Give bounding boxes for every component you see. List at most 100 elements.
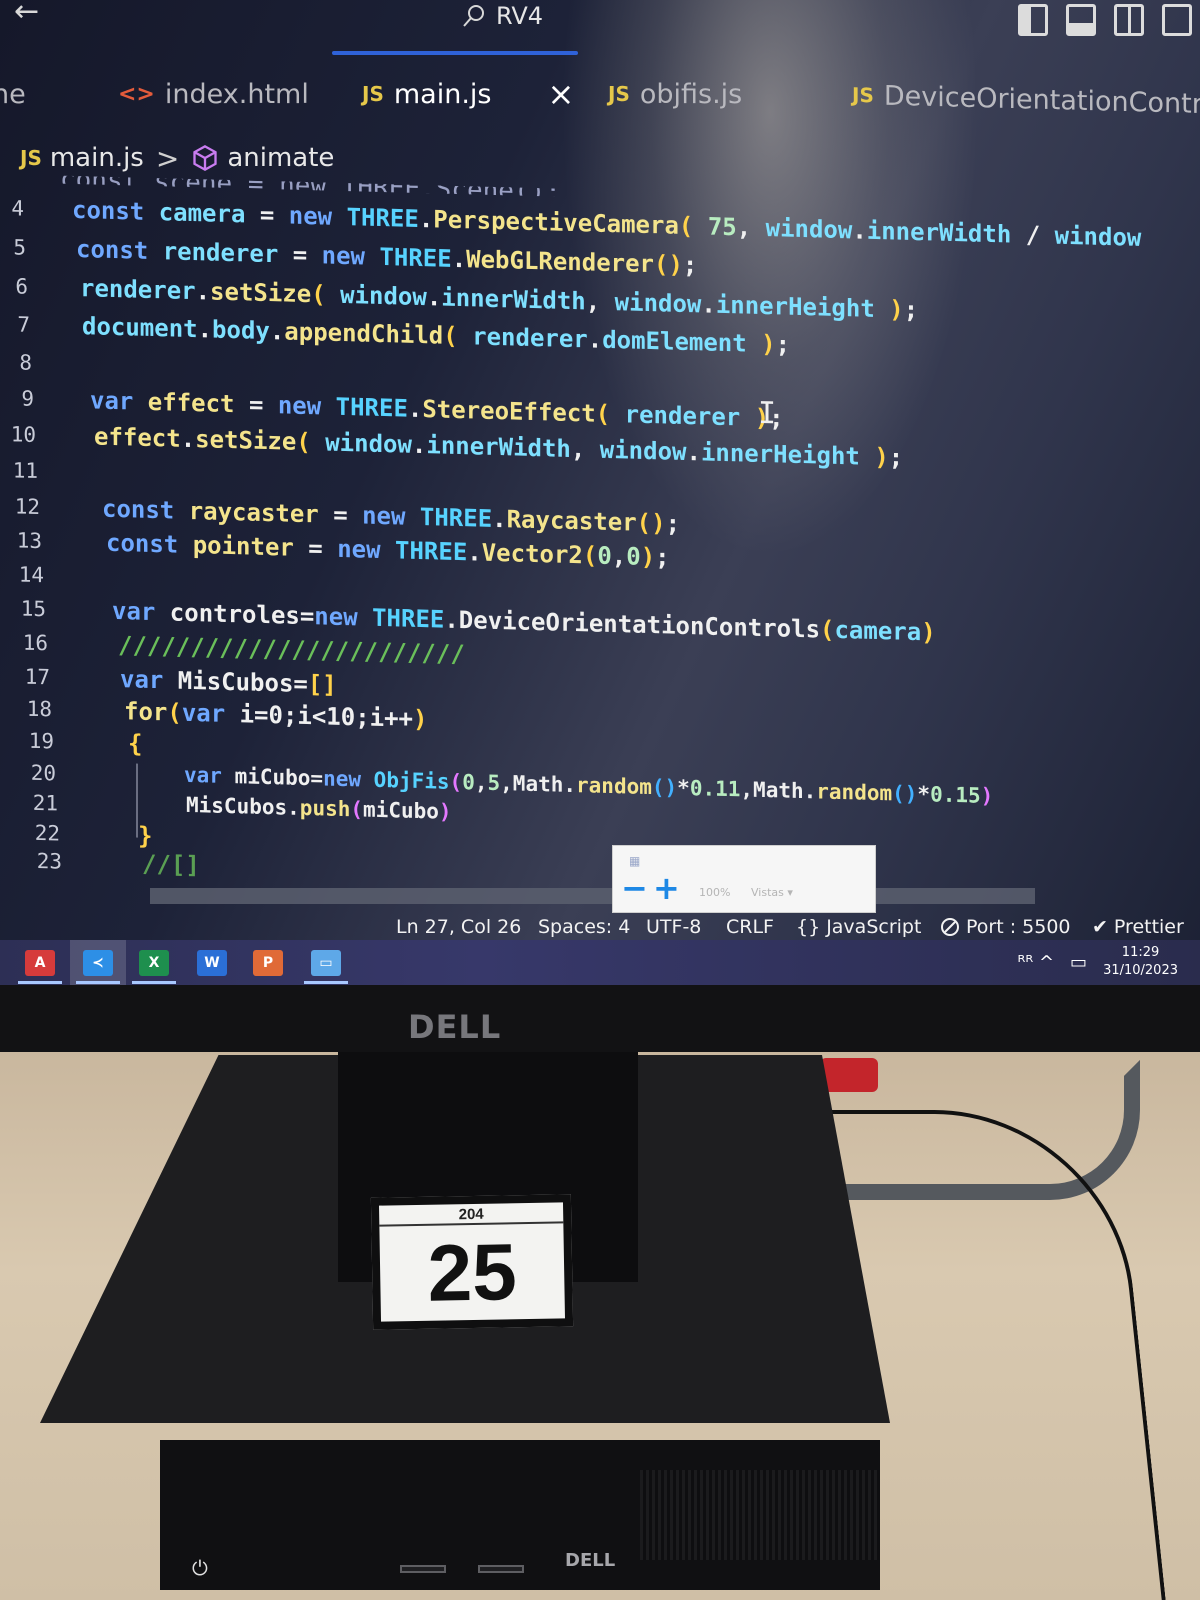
breadcrumb: JS main.js > animate	[0, 138, 334, 178]
line-number: 13	[16, 528, 42, 554]
usb-port	[400, 1565, 446, 1573]
running-indicator	[304, 981, 348, 984]
status-language[interactable]: {} JavaScript	[796, 916, 921, 938]
breadcrumb-separator: >	[155, 141, 180, 175]
line-number: 14	[18, 562, 44, 588]
breadcrumb-symbol[interactable]: animate	[227, 143, 334, 173]
line-number: 16	[22, 630, 48, 656]
method-cube-icon	[193, 144, 217, 172]
line-number: 8	[19, 350, 32, 375]
back-arrow-icon[interactable]: ←	[14, 0, 46, 28]
monitor-bezel	[0, 985, 1200, 1055]
tab-label: main.js	[393, 78, 492, 110]
tab-label: DeviceOrientationControls.	[883, 80, 1200, 121]
line-number: 10	[10, 422, 36, 447]
code-line-partial: const scene = new THREE.Scene();	[60, 175, 561, 198]
clock[interactable]: 11:29 31/10/2023	[1103, 944, 1178, 980]
toggle-secondary-sidebar-icon[interactable]	[1114, 4, 1144, 36]
code-line-16: ////////////////////////	[118, 631, 465, 669]
toggle-panel-icon[interactable]	[1066, 4, 1096, 36]
taskbar-app-vscode[interactable]: ≺	[70, 940, 126, 985]
taskbar-app-remote-desktop[interactable]: ▭	[298, 940, 354, 985]
zoom-level: 100%	[699, 886, 731, 899]
running-indicator	[18, 981, 62, 984]
clock-time: 11:29	[1121, 945, 1160, 960]
taskbar-app-powerpoint[interactable]: P	[240, 940, 296, 985]
status-indentation[interactable]: Spaces: 4	[538, 916, 630, 938]
pc-vent-grille	[640, 1470, 880, 1560]
tab-label: objfis.js	[639, 78, 743, 110]
label-room-number: 204	[379, 1204, 564, 1227]
tray-symbols[interactable]: ᴿᴿ ^	[1017, 952, 1054, 973]
tab-partial[interactable]: ne	[0, 68, 26, 120]
toggle-primary-sidebar-icon[interactable]	[1018, 4, 1048, 36]
line-number: 7	[17, 312, 30, 337]
line-number: 23	[36, 848, 62, 874]
language-label: JavaScript	[826, 916, 922, 938]
horizontal-scrollbar[interactable]	[150, 888, 1035, 904]
window-title: RV4	[496, 2, 544, 30]
editor-tabs: ne <> index.html JS main.js × JS objfis.…	[0, 68, 1200, 121]
status-prettier[interactable]: ✔ Prettier	[1092, 916, 1184, 938]
title-bar: ← RV4	[0, 0, 1200, 55]
tab-main-js[interactable]: JS main.js ×	[362, 68, 574, 120]
running-indicator	[132, 981, 176, 984]
command-center-search[interactable]: RV4	[462, 0, 543, 32]
tab-device-orientation-controls[interactable]: JS DeviceOrientationControls.	[852, 69, 1200, 131]
js-icon: JS	[608, 82, 630, 106]
tab-index-html[interactable]: <> index.html	[118, 68, 309, 120]
code-line-18: for(var i=0;i<10;i++)	[124, 697, 428, 734]
taskbar-app-word[interactable]: W	[184, 940, 240, 985]
red-connector	[820, 1058, 878, 1092]
network-icon[interactable]: ▭	[1070, 952, 1087, 973]
breadcrumb-file[interactable]: main.js	[50, 143, 144, 173]
close-icon[interactable]: ×	[547, 75, 574, 113]
code-line-23: //[]	[142, 849, 200, 880]
line-number: 18	[26, 696, 52, 722]
line-number: 11	[12, 458, 38, 483]
layout-controls	[1018, 4, 1192, 36]
remote-desktop-icon: ▭	[311, 950, 341, 976]
status-live-server[interactable]: Port : 5500	[940, 916, 1071, 938]
tab-label: index.html	[164, 78, 309, 110]
double-check-icon: ✔	[1092, 916, 1108, 938]
tab-objfis-js[interactable]: JS objfis.js	[608, 68, 742, 120]
line-number: 17	[24, 664, 50, 690]
excel-icon: X	[139, 950, 169, 976]
views-dropdown[interactable]: Vistas ▾	[751, 886, 793, 899]
search-icon	[463, 5, 484, 27]
no-entry-icon	[941, 918, 959, 936]
taskbar-app-excel[interactable]: X	[126, 940, 182, 985]
monitor-screen: ← RV4 ne <> index.html JS main.js × JS o…	[0, 0, 1200, 985]
label-station-number: 25	[426, 1227, 518, 1318]
js-icon: JS	[362, 82, 384, 106]
status-cursor-position[interactable]: Ln 27, Col 26	[396, 916, 521, 938]
usb-port	[478, 1565, 524, 1573]
clock-date: 31/10/2023	[1103, 963, 1178, 978]
number-label-card: 204 25	[370, 1194, 574, 1330]
code-line-22: }	[138, 821, 153, 850]
status-eol[interactable]: CRLF	[726, 916, 774, 938]
customize-layout-icon[interactable]	[1162, 4, 1192, 36]
monitor-logo: DELL	[408, 1008, 502, 1046]
taskbar-app-acrobat[interactable]: A	[12, 940, 68, 985]
drag-grip-icon[interactable]: ▦	[629, 854, 640, 868]
status-encoding[interactable]: UTF-8	[646, 916, 701, 938]
code-editor[interactable]: const scene = new THREE.Scene(); 4 const…	[0, 175, 1200, 929]
text-cursor-icon: I	[758, 395, 777, 432]
windows-taskbar: A ≺ X W P ▭ ᴿᴿ ^ ▭ 11:29 31/10/2023	[0, 940, 1200, 985]
html-icon: <>	[118, 81, 155, 107]
js-icon: JS	[20, 146, 42, 170]
power-button-icon: ⏻	[192, 1556, 208, 1580]
vscode-icon: ≺	[83, 950, 113, 976]
zoom-out-button[interactable]: −	[621, 872, 648, 904]
line-number: 19	[28, 728, 54, 754]
running-indicator	[76, 981, 120, 984]
progress-indicator	[332, 51, 578, 55]
acrobat-icon: A	[25, 950, 55, 976]
braces-icon: {}	[796, 916, 821, 938]
code-line-5: const renderer = new THREE.WebGLRenderer…	[76, 234, 698, 280]
zoom-in-button[interactable]: +	[653, 872, 680, 904]
port-label: Port : 5500	[966, 916, 1071, 938]
prettier-label: Prettier	[1113, 916, 1184, 938]
